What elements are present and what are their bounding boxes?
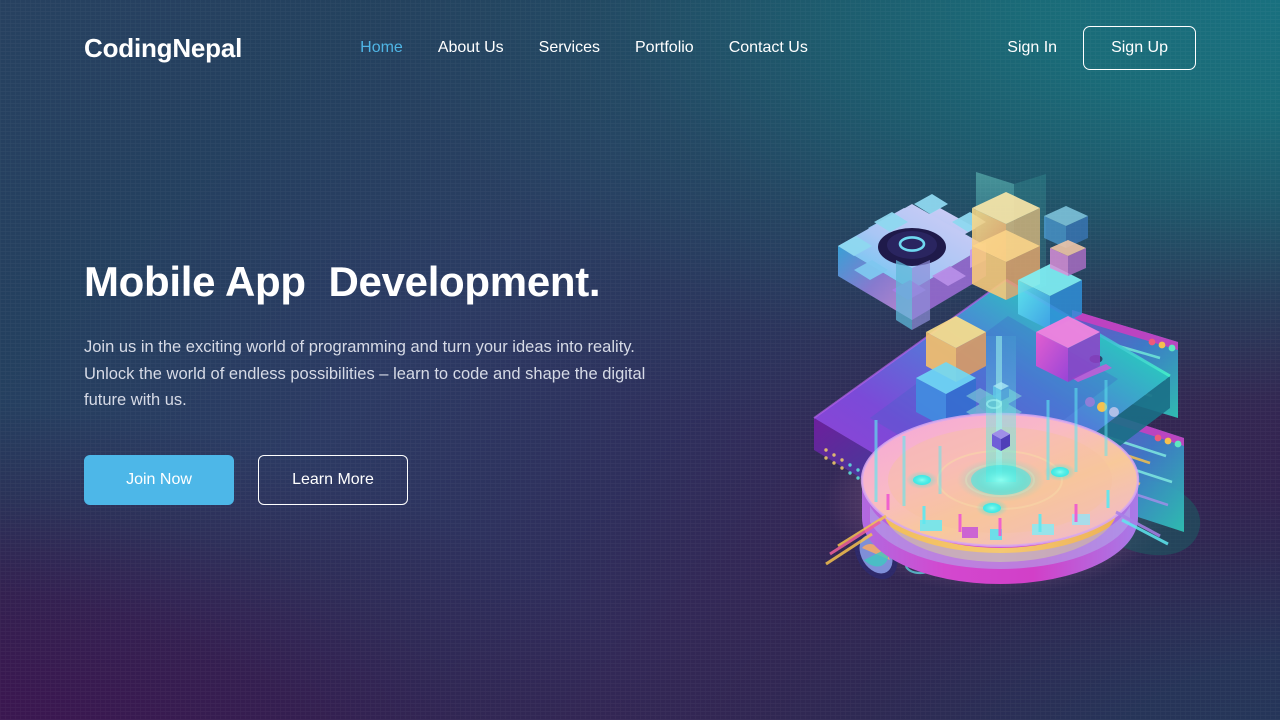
navbar: CodingNepal Home About Us Services Portf…	[0, 0, 1280, 96]
hero-actions: Join Now Learn More	[84, 455, 724, 506]
nav-item-services[interactable]: Services	[539, 39, 600, 57]
nav-item-home[interactable]: Home	[360, 39, 403, 57]
learn-more-button[interactable]: Learn More	[258, 455, 408, 506]
brand-logo[interactable]: CodingNepal	[84, 33, 242, 64]
nav-item-about-us[interactable]: About Us	[438, 39, 504, 57]
sign-up-button[interactable]: Sign Up	[1083, 26, 1196, 70]
hero-section: Mobile App Development. Join us in the e…	[84, 258, 724, 506]
hero-paragraph: Join us in the exciting world of program…	[84, 338, 646, 410]
beam-floating-cube-upper	[993, 382, 1009, 401]
hero-illustration	[800, 150, 1220, 620]
nav-item-portfolio[interactable]: Portfolio	[635, 39, 694, 57]
sign-in-link[interactable]: Sign In	[1007, 39, 1057, 57]
hero-heading: Mobile App Development.	[84, 258, 601, 305]
nav-links: Home About Us Services Portfolio Contact…	[360, 39, 808, 57]
join-now-button[interactable]: Join Now	[84, 455, 234, 506]
nav-item-contact-us[interactable]: Contact Us	[729, 39, 808, 57]
nav-actions: Sign In Sign Up	[1007, 26, 1196, 70]
